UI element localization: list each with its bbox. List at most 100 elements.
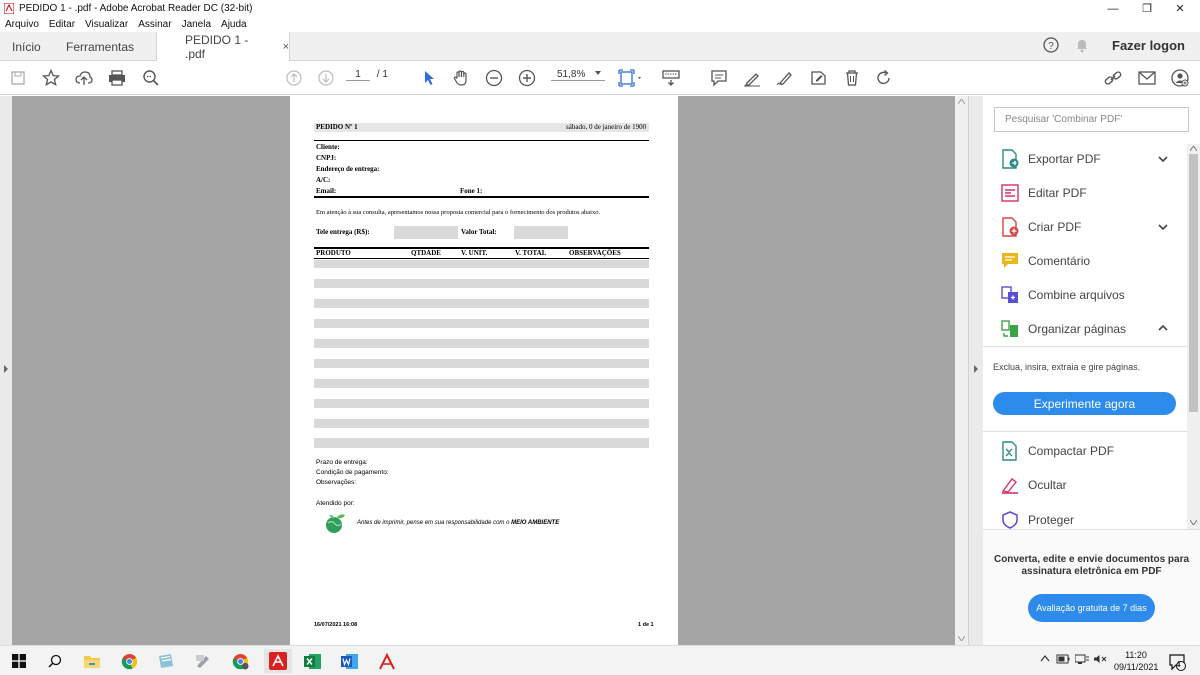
zoom-in-icon[interactable] <box>517 68 537 88</box>
scroll-up-arrow-icon[interactable] <box>958 99 965 104</box>
divider <box>314 140 649 141</box>
right-panel-toggle[interactable] <box>968 96 983 645</box>
tool-comment[interactable]: Comentário <box>1000 250 1090 272</box>
collapse-right-arrow-icon[interactable] <box>973 365 979 373</box>
fit-page-icon[interactable] <box>618 68 644 88</box>
try-now-button[interactable]: Experimente agora <box>993 392 1176 415</box>
menu-editar[interactable]: Editar <box>49 19 75 30</box>
chrome-icon[interactable] <box>118 651 140 671</box>
notification-bell-icon[interactable] <box>1074 37 1090 53</box>
free-trial-button[interactable]: Avaliação gratuita de 7 dias <box>1028 594 1155 622</box>
delivery-fee-field <box>394 226 458 239</box>
eco-globe-icon <box>326 514 345 533</box>
chevron-up-icon[interactable] <box>1157 322 1169 334</box>
print-icon[interactable] <box>107 68 127 88</box>
address-label: Endereço de entrega: <box>316 165 380 173</box>
menu-arquivo[interactable]: Arquivo <box>5 19 39 30</box>
login-button[interactable]: Fazer logon <box>1112 38 1185 53</box>
chrome-profile-icon[interactable] <box>229 651 251 671</box>
comment-icon[interactable] <box>709 68 729 88</box>
tool-edit-pdf[interactable]: Editar PDF <box>1000 182 1087 204</box>
tab-tools[interactable]: Ferramentas <box>66 32 134 61</box>
phone-label: Fone 1: <box>460 187 483 195</box>
excel-icon[interactable] <box>302 651 324 671</box>
cnpj-label: CNPJ: <box>316 154 337 162</box>
acrobat-taskbar-icon[interactable] <box>264 649 292 673</box>
network-icon[interactable] <box>1074 654 1089 667</box>
volume-muted-icon[interactable] <box>1093 654 1107 667</box>
chevron-up-icon[interactable] <box>1040 654 1050 665</box>
sign-icon[interactable] <box>808 68 828 88</box>
previous-page-icon[interactable] <box>284 68 304 88</box>
tool-compress-pdf[interactable]: Compactar PDF <box>1000 440 1114 462</box>
app-tile-icon[interactable] <box>155 651 177 671</box>
tool-combine-files[interactable]: Combine arquivos <box>1000 284 1125 306</box>
tool-protect[interactable]: Proteger <box>1000 509 1074 531</box>
menu-ajuda[interactable]: Ajuda <box>221 19 247 30</box>
next-page-icon[interactable] <box>316 68 336 88</box>
tab-close-icon[interactable]: × <box>283 41 289 53</box>
acrobat-reader-icon[interactable] <box>376 651 398 671</box>
save-icon[interactable] <box>8 68 28 88</box>
chevron-down-icon[interactable] <box>1157 221 1169 233</box>
tool-export-pdf-label: Exportar PDF <box>1028 152 1101 166</box>
zoom-level-value: 51,8% <box>557 69 586 80</box>
zoom-level-select[interactable]: 51,8% <box>551 69 605 81</box>
document-scrollbar[interactable] <box>955 96 968 645</box>
tool-organize-pages-label: Organizar páginas <box>1028 322 1127 336</box>
table-row <box>314 379 649 388</box>
tab-document[interactable]: PEDIDO 1 - .pdf × <box>156 32 290 62</box>
tool-edit-pdf-label: Editar PDF <box>1028 186 1087 200</box>
ac-label: A/C: <box>316 176 331 184</box>
select-cursor-icon[interactable] <box>419 68 439 88</box>
expand-left-arrow-icon[interactable] <box>3 365 9 373</box>
email-envelope-icon[interactable] <box>1137 68 1157 88</box>
scroll-mode-icon[interactable] <box>661 68 681 88</box>
menu-bar: Arquivo Editar Visualizar Assinar Janela… <box>0 17 1200 32</box>
divider <box>314 258 649 259</box>
email-label: Email: <box>316 187 337 195</box>
scroll-down-arrow-icon[interactable] <box>958 636 965 641</box>
tool-create-pdf[interactable]: Criar PDF <box>1000 216 1081 238</box>
taskbar-clock[interactable]: 11:20 09/11/2021 <box>1114 649 1158 673</box>
battery-icon[interactable] <box>1056 654 1070 667</box>
zoom-search-icon[interactable] <box>141 68 161 88</box>
page-number-input[interactable]: 1 <box>346 69 370 81</box>
menu-assinar[interactable]: Assinar <box>138 19 171 30</box>
tool-redact[interactable]: Ocultar <box>1000 474 1067 496</box>
draw-freeform-icon[interactable] <box>775 68 795 88</box>
payment-label: Condição de pagamento: <box>316 469 389 476</box>
menu-visualizar[interactable]: Visualizar <box>85 19 128 30</box>
compress-icon <box>1000 441 1020 461</box>
search-icon[interactable] <box>44 651 66 671</box>
upload-cloud-icon[interactable] <box>74 68 94 88</box>
scroll-down-arrow-icon[interactable] <box>1190 520 1197 525</box>
help-icon[interactable]: ? <box>1043 37 1059 53</box>
create-pdf-icon <box>1000 217 1020 237</box>
add-user-icon[interactable] <box>1170 68 1190 88</box>
word-icon[interactable] <box>339 651 361 671</box>
menu-janela[interactable]: Janela <box>182 19 211 30</box>
close-window-button[interactable]: ✕ <box>1160 0 1200 17</box>
app-tool-icon[interactable] <box>192 651 214 671</box>
table-row <box>314 359 649 368</box>
scroll-up-arrow-icon[interactable] <box>1190 146 1197 151</box>
hand-tool-icon[interactable] <box>451 68 471 88</box>
tools-search-input[interactable]: Pesquisar 'Combinar PDF' <box>994 107 1189 132</box>
tool-export-pdf[interactable]: Exportar PDF <box>1000 148 1101 170</box>
order-date: sábado, 0 de janeiro de 1900 <box>566 123 647 131</box>
file-explorer-icon[interactable] <box>81 651 103 671</box>
delete-trash-icon[interactable] <box>842 68 862 88</box>
chevron-down-icon[interactable] <box>1157 153 1169 165</box>
tab-home[interactable]: Início <box>12 32 41 61</box>
notification-center-icon[interactable]: 4 <box>1166 652 1188 672</box>
rotate-icon[interactable] <box>874 68 894 88</box>
windows-start-icon[interactable] <box>8 651 30 671</box>
zoom-out-icon[interactable] <box>484 68 504 88</box>
star-icon[interactable] <box>41 68 61 88</box>
left-panel-toggle[interactable] <box>0 96 12 645</box>
share-link-icon[interactable] <box>1103 68 1123 88</box>
tools-scroll-thumb[interactable] <box>1189 154 1198 412</box>
highlight-pen-icon[interactable] <box>742 68 762 88</box>
tool-organize-pages[interactable]: Organizar páginas <box>1000 318 1126 340</box>
